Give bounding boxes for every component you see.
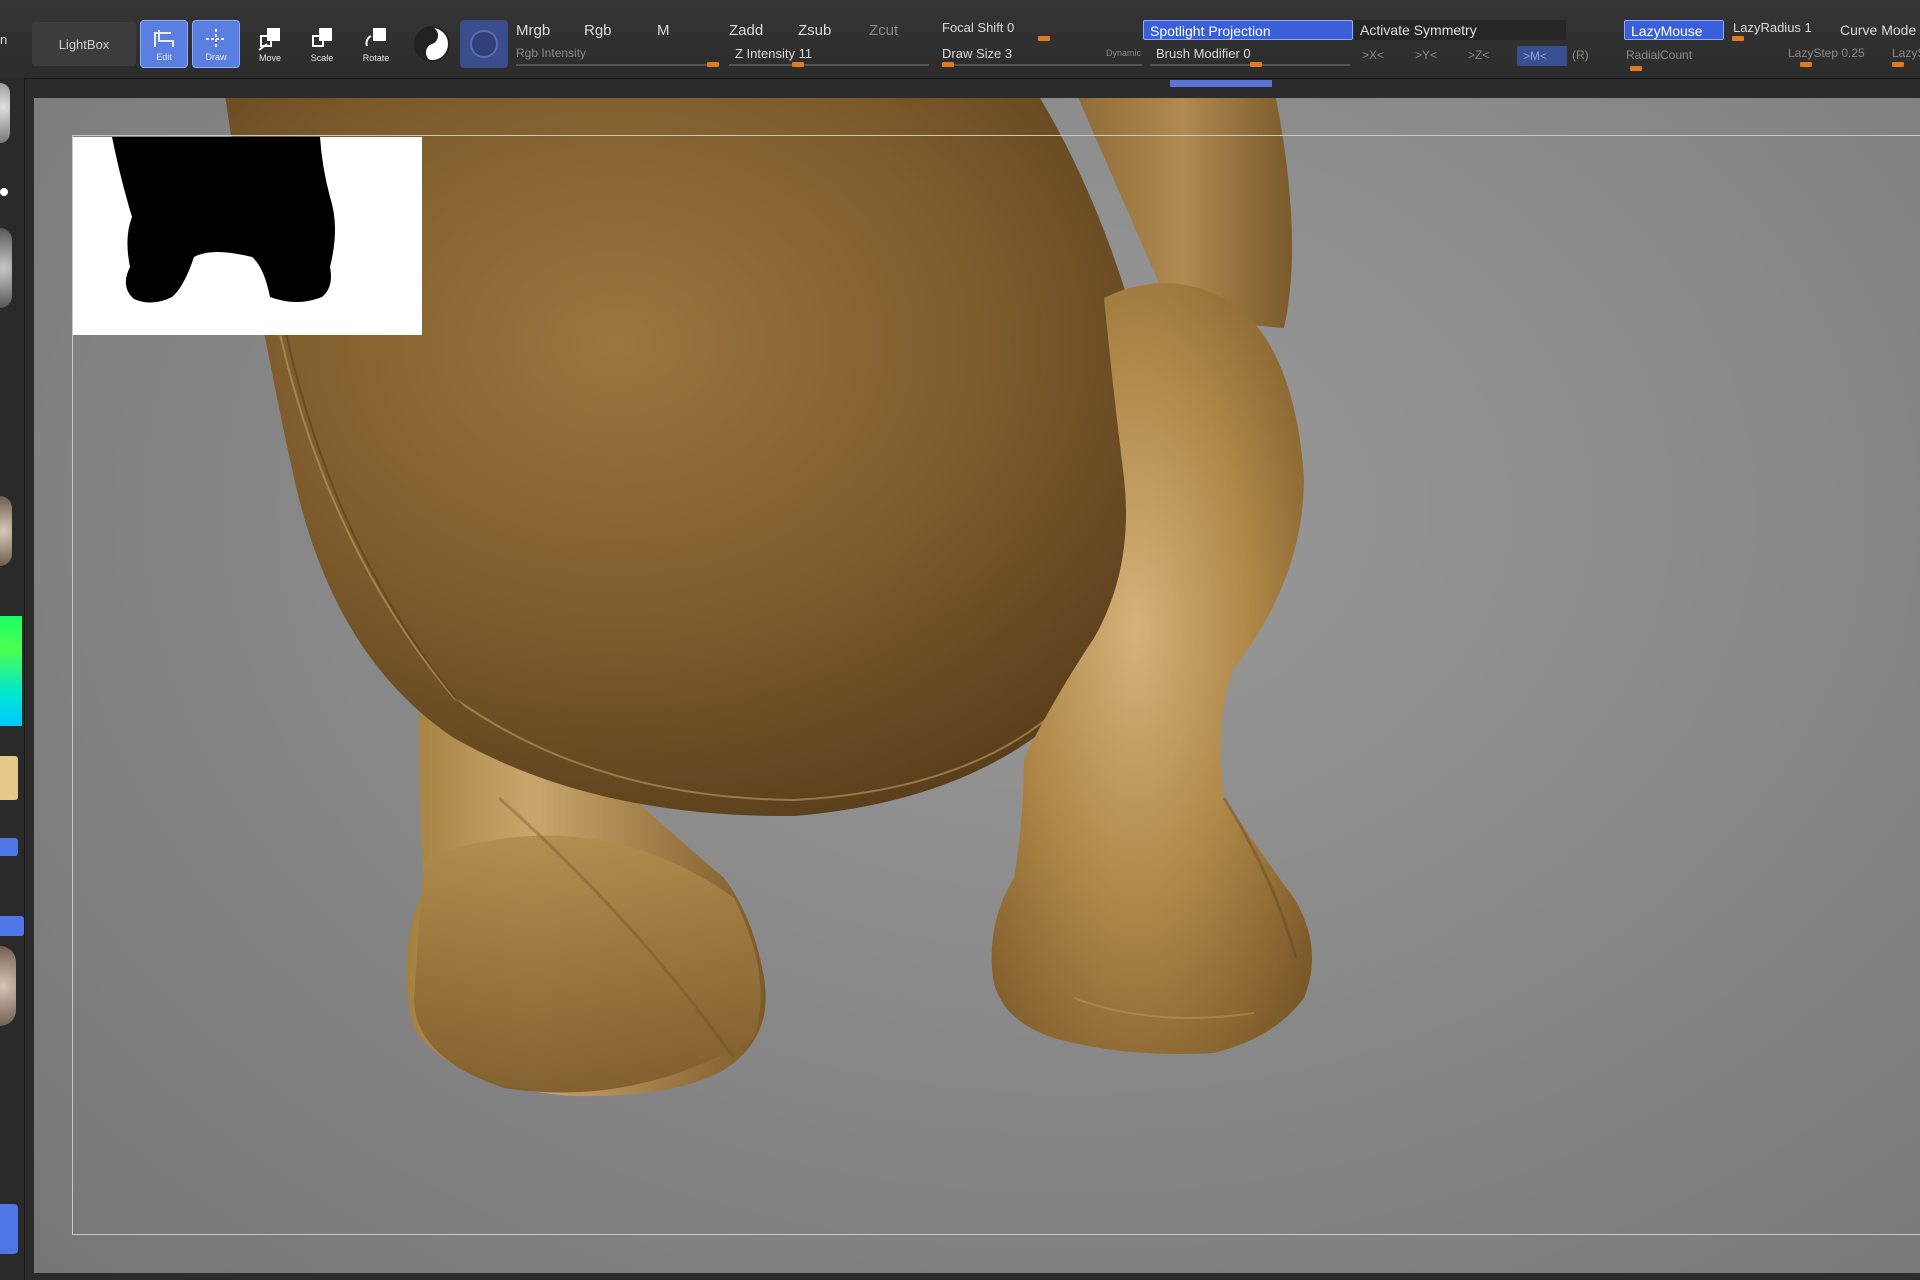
silhouette-shape-icon bbox=[112, 137, 335, 303]
bottom-toggle-button[interactable] bbox=[0, 1204, 18, 1254]
draw-icon bbox=[206, 28, 226, 49]
lazyradius-knob[interactable] bbox=[1732, 36, 1744, 41]
m-button[interactable]: M bbox=[657, 22, 670, 39]
mrgb-button[interactable]: Mrgb bbox=[516, 22, 550, 39]
rgb-button[interactable]: Rgb bbox=[584, 22, 612, 39]
left-tool-strip bbox=[0, 78, 25, 1280]
lightbox-button[interactable]: LightBox bbox=[32, 22, 136, 66]
lightbox-label: LightBox bbox=[58, 36, 110, 52]
scale-button[interactable]: Scale bbox=[298, 20, 346, 68]
main-color-swatch[interactable] bbox=[0, 756, 18, 800]
edit-button[interactable]: Edit bbox=[140, 20, 188, 68]
draw-size-slider[interactable]: Draw Size 3 bbox=[942, 46, 1012, 61]
brush-modifier-knob[interactable] bbox=[1250, 62, 1262, 67]
3d-viewport[interactable] bbox=[34, 98, 1920, 1273]
radial-count-slider[interactable]: RadialCount bbox=[1626, 48, 1692, 62]
symmetry-radial-button[interactable]: (R) bbox=[1572, 48, 1589, 62]
symmetry-z-button[interactable]: >Z< bbox=[1468, 48, 1489, 62]
silhouette-preview bbox=[72, 137, 422, 335]
scale-icon bbox=[312, 27, 332, 47]
stroke-dot-icon[interactable] bbox=[0, 188, 8, 196]
draw-button[interactable]: Draw bbox=[192, 20, 240, 68]
switch-color-button[interactable] bbox=[0, 916, 24, 936]
draw-label: Draw bbox=[205, 51, 227, 62]
move-label: Move bbox=[258, 52, 281, 63]
activate-symmetry-button[interactable]: Activate Symmetry bbox=[1354, 20, 1566, 40]
brush-thumbnail[interactable] bbox=[0, 83, 10, 143]
rgb-intensity-knob[interactable] bbox=[707, 62, 719, 67]
rotate-icon bbox=[365, 27, 386, 46]
lazystep-knob[interactable] bbox=[1800, 62, 1812, 67]
rgb-intensity-slider[interactable]: Rgb Intensity bbox=[516, 46, 586, 60]
spotlight-projection-button[interactable]: Spotlight Projection bbox=[1143, 20, 1353, 40]
z-intensity-knob[interactable] bbox=[792, 62, 804, 67]
edit-icon bbox=[154, 29, 174, 47]
edit-label: Edit bbox=[156, 51, 172, 62]
zcut-button[interactable]: Zcut bbox=[869, 22, 898, 39]
lazysnap-knob[interactable] bbox=[1892, 62, 1904, 67]
focal-shift-knob[interactable] bbox=[1038, 36, 1050, 41]
radial-count-knob[interactable] bbox=[1630, 66, 1642, 71]
material-button[interactable] bbox=[408, 20, 456, 68]
material-thumbnail[interactable] bbox=[0, 496, 12, 566]
move-button[interactable]: Move bbox=[246, 20, 294, 68]
curve-mode-button[interactable]: Curve Mode bbox=[1840, 22, 1916, 38]
lazysnap-slider[interactable]: LazySnap bbox=[1892, 46, 1920, 60]
symmetry-m-button[interactable]: >M< bbox=[1517, 46, 1567, 66]
zadd-button[interactable]: Zadd bbox=[729, 22, 763, 39]
lazystep-slider[interactable]: LazyStep 0.25 bbox=[1788, 46, 1865, 60]
symmetry-y-button[interactable]: >Y< bbox=[1415, 48, 1437, 62]
scale-label: Scale bbox=[310, 52, 334, 63]
z-intensity-slider[interactable]: Z Intensity 11 bbox=[735, 46, 812, 61]
focal-shift-slider[interactable]: Focal Shift 0 bbox=[942, 20, 1014, 35]
texture-sphere-icon bbox=[470, 30, 498, 58]
dynamic-toggle[interactable]: Dynamic bbox=[1106, 48, 1141, 58]
spotlight-indicator bbox=[1170, 80, 1272, 87]
lazyradius-slider[interactable]: LazyRadius 1 bbox=[1733, 20, 1812, 35]
symmetry-x-button[interactable]: >X< bbox=[1362, 48, 1384, 62]
rotate-button[interactable]: Rotate bbox=[352, 20, 400, 68]
top-toolbar: n LightBox Edit Draw Move Scale Rotate M… bbox=[0, 0, 1920, 79]
color-toggle-button[interactable] bbox=[0, 838, 18, 856]
draw-size-knob[interactable] bbox=[942, 62, 954, 67]
lazymouse-button[interactable]: LazyMouse bbox=[1624, 20, 1724, 40]
move-icon bbox=[258, 27, 280, 51]
zsub-button[interactable]: Zsub bbox=[798, 22, 831, 39]
matcap-thumbnail[interactable] bbox=[0, 946, 16, 1026]
material-sphere-icon bbox=[414, 26, 450, 62]
texture-button[interactable] bbox=[460, 20, 508, 68]
truncated-label: n bbox=[0, 32, 8, 47]
brush-modifier-slider[interactable]: Brush Modifier 0 bbox=[1156, 46, 1251, 61]
rotate-label: Rotate bbox=[362, 52, 390, 63]
color-picker[interactable] bbox=[0, 616, 22, 726]
alpha-thumbnail[interactable] bbox=[0, 228, 12, 308]
